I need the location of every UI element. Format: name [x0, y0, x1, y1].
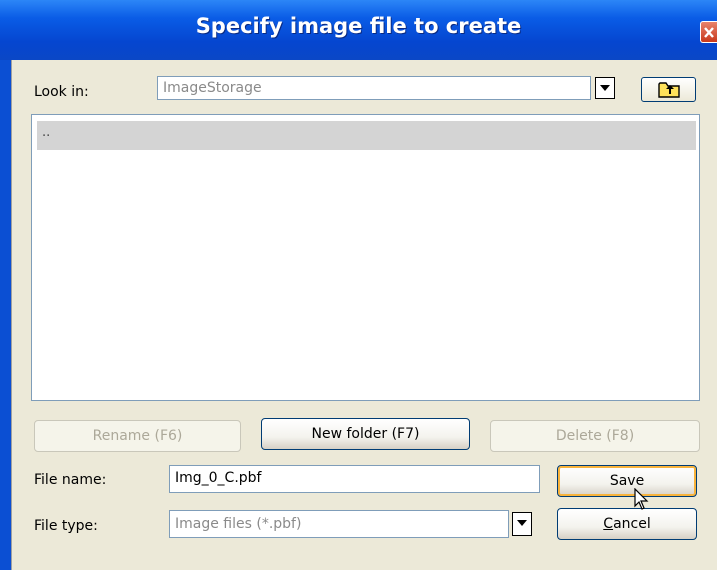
- list-item[interactable]: ..: [37, 121, 696, 150]
- mouse-pointer-icon: [634, 488, 649, 510]
- file-type-dropdown-button[interactable]: [512, 512, 532, 536]
- file-type-combo[interactable]: Image files (*.pbf): [169, 510, 509, 538]
- look-in-combo[interactable]: ImageStorage: [157, 76, 591, 100]
- cancel-label: ancel: [613, 516, 651, 532]
- new-folder-button[interactable]: New folder (F7): [261, 418, 470, 450]
- look-in-value: ImageStorage: [163, 80, 262, 96]
- dialog-title: Specify image file to create: [195, 14, 522, 38]
- file-type-value: Image files (*.pbf): [175, 516, 302, 532]
- cancel-button[interactable]: Cancel: [557, 508, 697, 540]
- file-name-label: File name:: [34, 472, 107, 488]
- title-bar[interactable]: Specify image file to create: [0, 0, 717, 60]
- chevron-down-icon: [600, 85, 610, 91]
- rename-button[interactable]: Rename (F6): [34, 420, 241, 452]
- look-in-dropdown-button[interactable]: [595, 77, 615, 99]
- close-button[interactable]: [700, 21, 717, 43]
- file-name-input[interactable]: Img_0_C.pbf: [169, 465, 540, 493]
- file-name-value: Img_0_C.pbf: [175, 470, 262, 486]
- dialog-window: Specify image file to create Look in: Im…: [0, 0, 717, 570]
- up-one-level-button[interactable]: [641, 77, 696, 102]
- look-in-label: Look in:: [34, 84, 89, 100]
- close-icon: [704, 27, 714, 38]
- up-folder-icon: [658, 82, 680, 98]
- delete-button[interactable]: Delete (F8): [490, 420, 700, 452]
- cancel-mnemonic: C: [603, 516, 614, 532]
- list-item-name: ..: [42, 125, 51, 140]
- file-type-label: File type:: [34, 518, 98, 534]
- save-button[interactable]: Save: [557, 465, 697, 497]
- file-list[interactable]: ..: [31, 114, 700, 401]
- chevron-down-icon: [517, 520, 527, 526]
